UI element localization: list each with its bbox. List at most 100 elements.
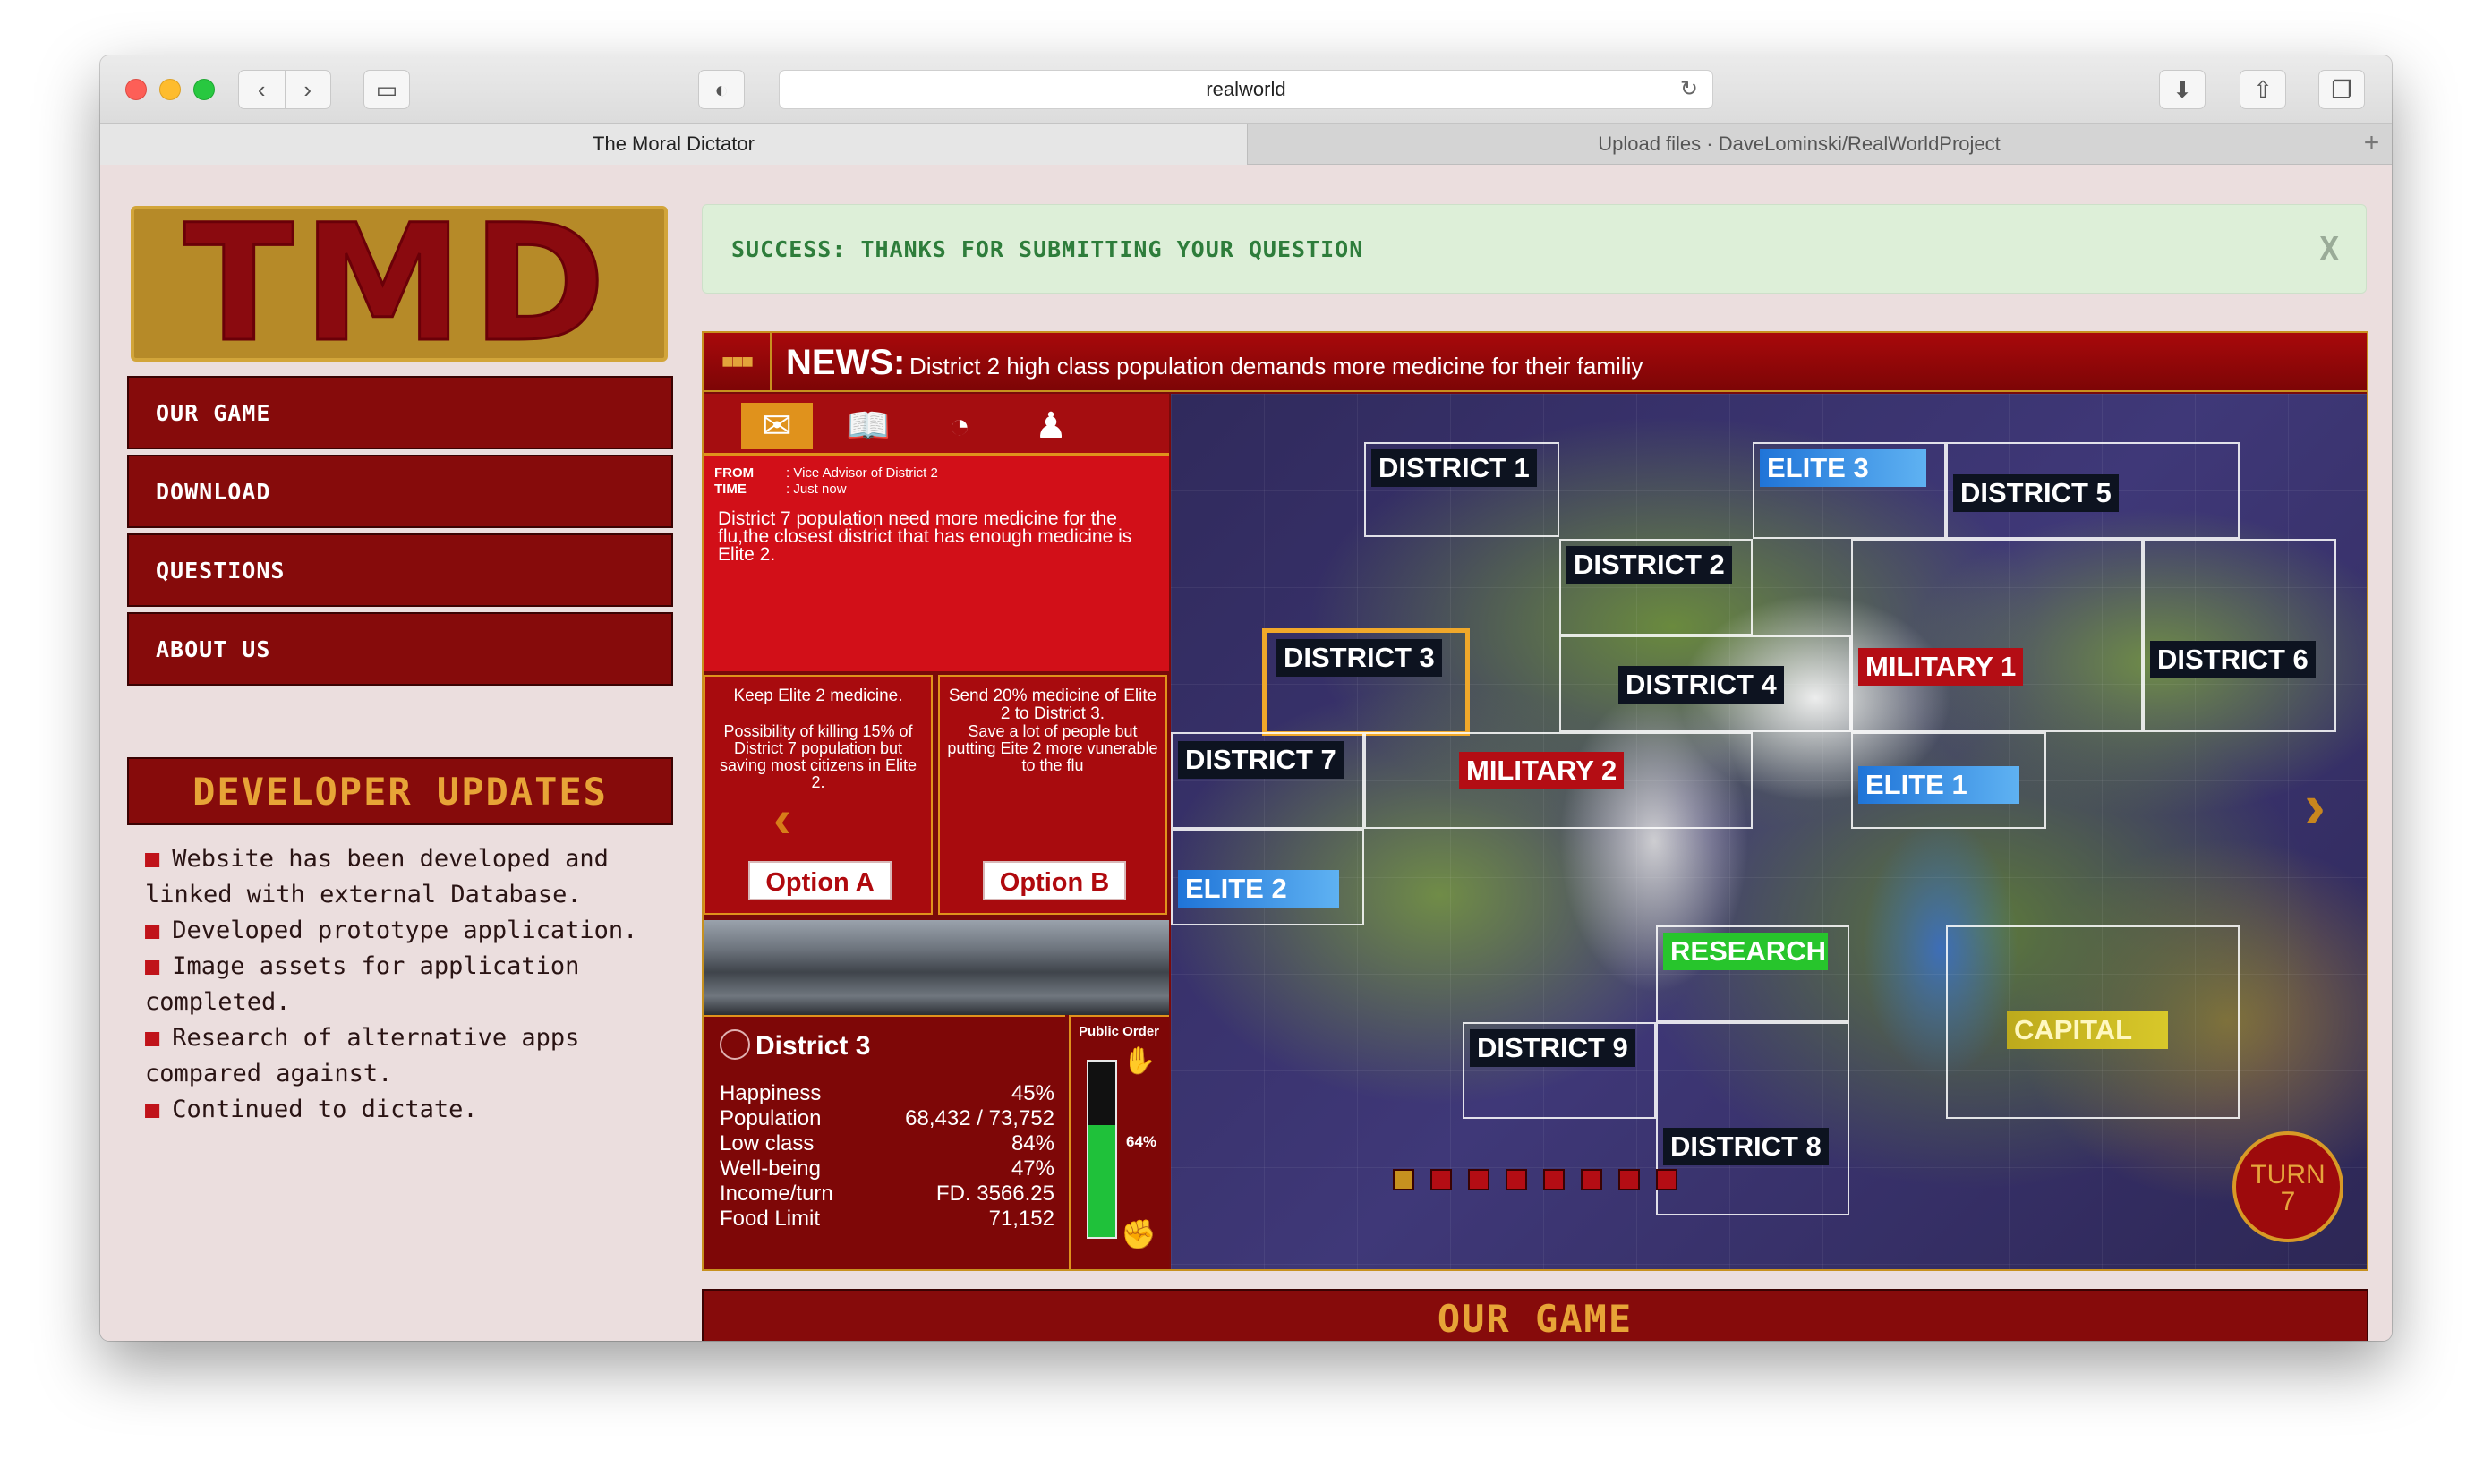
- turn-number: 7: [2280, 1187, 2296, 1216]
- back-arrow-icon[interactable]: ‹: [239, 71, 286, 108]
- game-preview: ■■■ NEWS: District 2 high class populati…: [702, 331, 2368, 1271]
- developer-updates-title: DEVELOPER UPDATES: [127, 757, 673, 825]
- option-a-title: Keep Elite 2 medicine.: [733, 687, 903, 705]
- alert-close-button[interactable]: X: [2319, 205, 2339, 294]
- stat-row: Income/turn FD. 3566.25: [720, 1181, 1054, 1206]
- developer-updates-list: ■ Website has been developed and linked w…: [145, 841, 682, 1128]
- close-window-button[interactable]: [125, 79, 147, 100]
- map-label-district-5[interactable]: DISTRICT 5: [1953, 474, 2119, 512]
- browser-toolbar: ‹ › ▭ ◐ realworld ↻ ⬇ ⇧ ❐: [100, 55, 2392, 124]
- page-dot[interactable]: [1543, 1169, 1565, 1190]
- page-dot[interactable]: [1581, 1169, 1602, 1190]
- map-label-district-2[interactable]: DISTRICT 2: [1566, 546, 1732, 584]
- page-content: TMD OUR GAME DOWNLOAD QUESTIONS ABOUT US…: [100, 165, 2392, 1341]
- map-label-military-2[interactable]: MILITARY 2: [1459, 752, 1625, 789]
- news-label: NEWS:: [786, 343, 906, 382]
- turn-indicator[interactable]: TURN 7: [2232, 1131, 2343, 1242]
- option-b-title: Send 20% medicine of Elite 2 to District…: [948, 687, 1157, 723]
- list-item: ■ Developed prototype application.: [145, 917, 638, 944]
- bullet-icon: ■: [145, 1096, 160, 1123]
- map-label-elite-1[interactable]: ELITE 1: [1858, 766, 2019, 804]
- district-stats: District 3 Happiness 45% Population 68,432…: [704, 1015, 1065, 1269]
- public-order-bar: [1087, 1060, 1117, 1239]
- page-dot[interactable]: [1430, 1169, 1452, 1190]
- list-item: ■ Website has been developed and linked w…: [145, 845, 609, 908]
- map-label-district-6[interactable]: DISTRICT 6: [2150, 641, 2316, 678]
- tab-upload-files[interactable]: Upload files · DaveLominski/RealWorldPro…: [1248, 124, 2351, 165]
- new-tab-button[interactable]: +: [2351, 124, 2392, 165]
- nav-about-us[interactable]: ABOUT US: [127, 612, 673, 686]
- page-dot[interactable]: [1393, 1169, 1414, 1190]
- message-body: District 7 population need more medicine…: [718, 508, 1132, 565]
- list-item: ■ Research of alternative apps compared a…: [145, 1024, 580, 1087]
- nav-questions[interactable]: QUESTIONS: [127, 533, 673, 607]
- browser-window: ‹ › ▭ ◐ realworld ↻ ⬇ ⇧ ❐ The Moral Dict…: [100, 55, 2392, 1341]
- option-a-description: Possibility of killing 15% of District 7…: [719, 722, 917, 791]
- stat-row: Population 68,432 / 73,752: [720, 1106, 1054, 1130]
- bullet-icon: ■: [145, 917, 160, 944]
- page-dot[interactable]: [1618, 1169, 1640, 1190]
- page-indicator: [1393, 1169, 1677, 1190]
- map-label-elite-3[interactable]: ELITE 3: [1760, 449, 1926, 487]
- our-game-section-title: OUR GAME: [702, 1289, 2368, 1341]
- map-label-capital[interactable]: CAPITAL: [2007, 1011, 2168, 1049]
- news-bar: ■■■ NEWS: District 2 high class populati…: [704, 333, 2367, 392]
- map-label-district-9[interactable]: DISTRICT 9: [1470, 1029, 1635, 1067]
- page-dot[interactable]: [1506, 1169, 1527, 1190]
- mail-icon[interactable]: ✉: [741, 403, 813, 449]
- option-b-card: Send 20% medicine of Elite 2 to District…: [938, 675, 1167, 915]
- left-arrow-icon[interactable]: ‹: [773, 788, 791, 849]
- forward-arrow-icon[interactable]: ›: [286, 71, 331, 108]
- nav-download[interactable]: DOWNLOAD: [127, 455, 673, 528]
- tab-bar: The Moral Dictator Upload files · DaveLo…: [100, 124, 2392, 165]
- map-label-district-3[interactable]: DISTRICT 3: [1276, 639, 1442, 677]
- list-item: ■ Continued to dictate.: [145, 1096, 478, 1123]
- advisor-message: FROM: Vice Advisor of District 2 TIME: J…: [704, 453, 1169, 671]
- zone-district-8[interactable]: [1656, 1022, 1849, 1215]
- download-icon[interactable]: ⬇: [2159, 70, 2206, 109]
- privacy-shield-icon[interactable]: ◐: [698, 70, 745, 109]
- bullet-icon: ■: [145, 1024, 160, 1052]
- person-icon[interactable]: ♟: [1015, 403, 1087, 449]
- map-label-research[interactable]: RESEARCH: [1663, 933, 1828, 970]
- tab-moral-dictator[interactable]: The Moral Dictator: [100, 124, 1248, 165]
- map-label-district-1[interactable]: DISTRICT 1: [1371, 449, 1537, 487]
- share-icon[interactable]: ⇧: [2240, 70, 2286, 109]
- news-menu-icon[interactable]: ■■■: [704, 333, 772, 390]
- public-order-percent: 64%: [1126, 1133, 1157, 1150]
- reload-icon[interactable]: ↻: [1680, 71, 1698, 108]
- book-icon[interactable]: 📖: [832, 403, 904, 449]
- success-message: SUCCESS: THANKS FOR SUBMITTING YOUR QUES…: [731, 236, 1364, 262]
- page-dot[interactable]: [1468, 1169, 1489, 1190]
- pie-chart-icon[interactable]: ◔: [924, 403, 995, 449]
- map-label-military-1[interactable]: MILITARY 1: [1858, 648, 2024, 686]
- page-dot[interactable]: [1656, 1169, 1677, 1190]
- map-label-district-4[interactable]: DISTRICT 4: [1618, 666, 1784, 704]
- panel-tabs: ✉ 📖 ◔ ♟: [704, 394, 1169, 453]
- world-map[interactable]: DISTRICT 1 ELITE 3 DISTRICT 5 DISTRICT 2…: [1171, 394, 2367, 1269]
- zone-military-1[interactable]: [1851, 539, 2143, 732]
- success-alert: SUCCESS: THANKS FOR SUBMITTING YOUR QUES…: [702, 204, 2367, 294]
- minimize-window-button[interactable]: [159, 79, 181, 100]
- news-headline: District 2 high class population demands…: [909, 353, 1643, 380]
- right-arrow-icon[interactable]: ›: [2304, 770, 2326, 843]
- back-forward-buttons: ‹ ›: [238, 70, 331, 109]
- bullet-icon: ■: [145, 952, 160, 980]
- turn-label: TURN: [2250, 1160, 2326, 1190]
- option-b-button[interactable]: Option B: [983, 861, 1126, 900]
- map-label-district-7[interactable]: DISTRICT 7: [1178, 741, 1344, 779]
- zone-district-6[interactable]: [2143, 539, 2336, 732]
- nav-our-game[interactable]: OUR GAME: [127, 376, 673, 449]
- maximize-window-button[interactable]: [193, 79, 215, 100]
- address-bar[interactable]: realworld ↻: [779, 70, 1713, 109]
- raised-hand-icon: ✋: [1122, 1046, 1156, 1076]
- site-logo[interactable]: TMD: [131, 202, 668, 366]
- map-label-elite-2[interactable]: ELITE 2: [1178, 870, 1339, 908]
- district-emblem-icon: [720, 1029, 750, 1060]
- url-text: realworld: [1206, 78, 1286, 100]
- sidebar-toggle-icon[interactable]: ▭: [363, 70, 410, 109]
- option-a-button[interactable]: Option A: [748, 861, 892, 900]
- message-meta: FROM: Vice Advisor of District 2 TIME: J…: [714, 465, 938, 497]
- map-label-district-8[interactable]: DISTRICT 8: [1663, 1128, 1829, 1165]
- tabs-overview-icon[interactable]: ❐: [2318, 70, 2365, 109]
